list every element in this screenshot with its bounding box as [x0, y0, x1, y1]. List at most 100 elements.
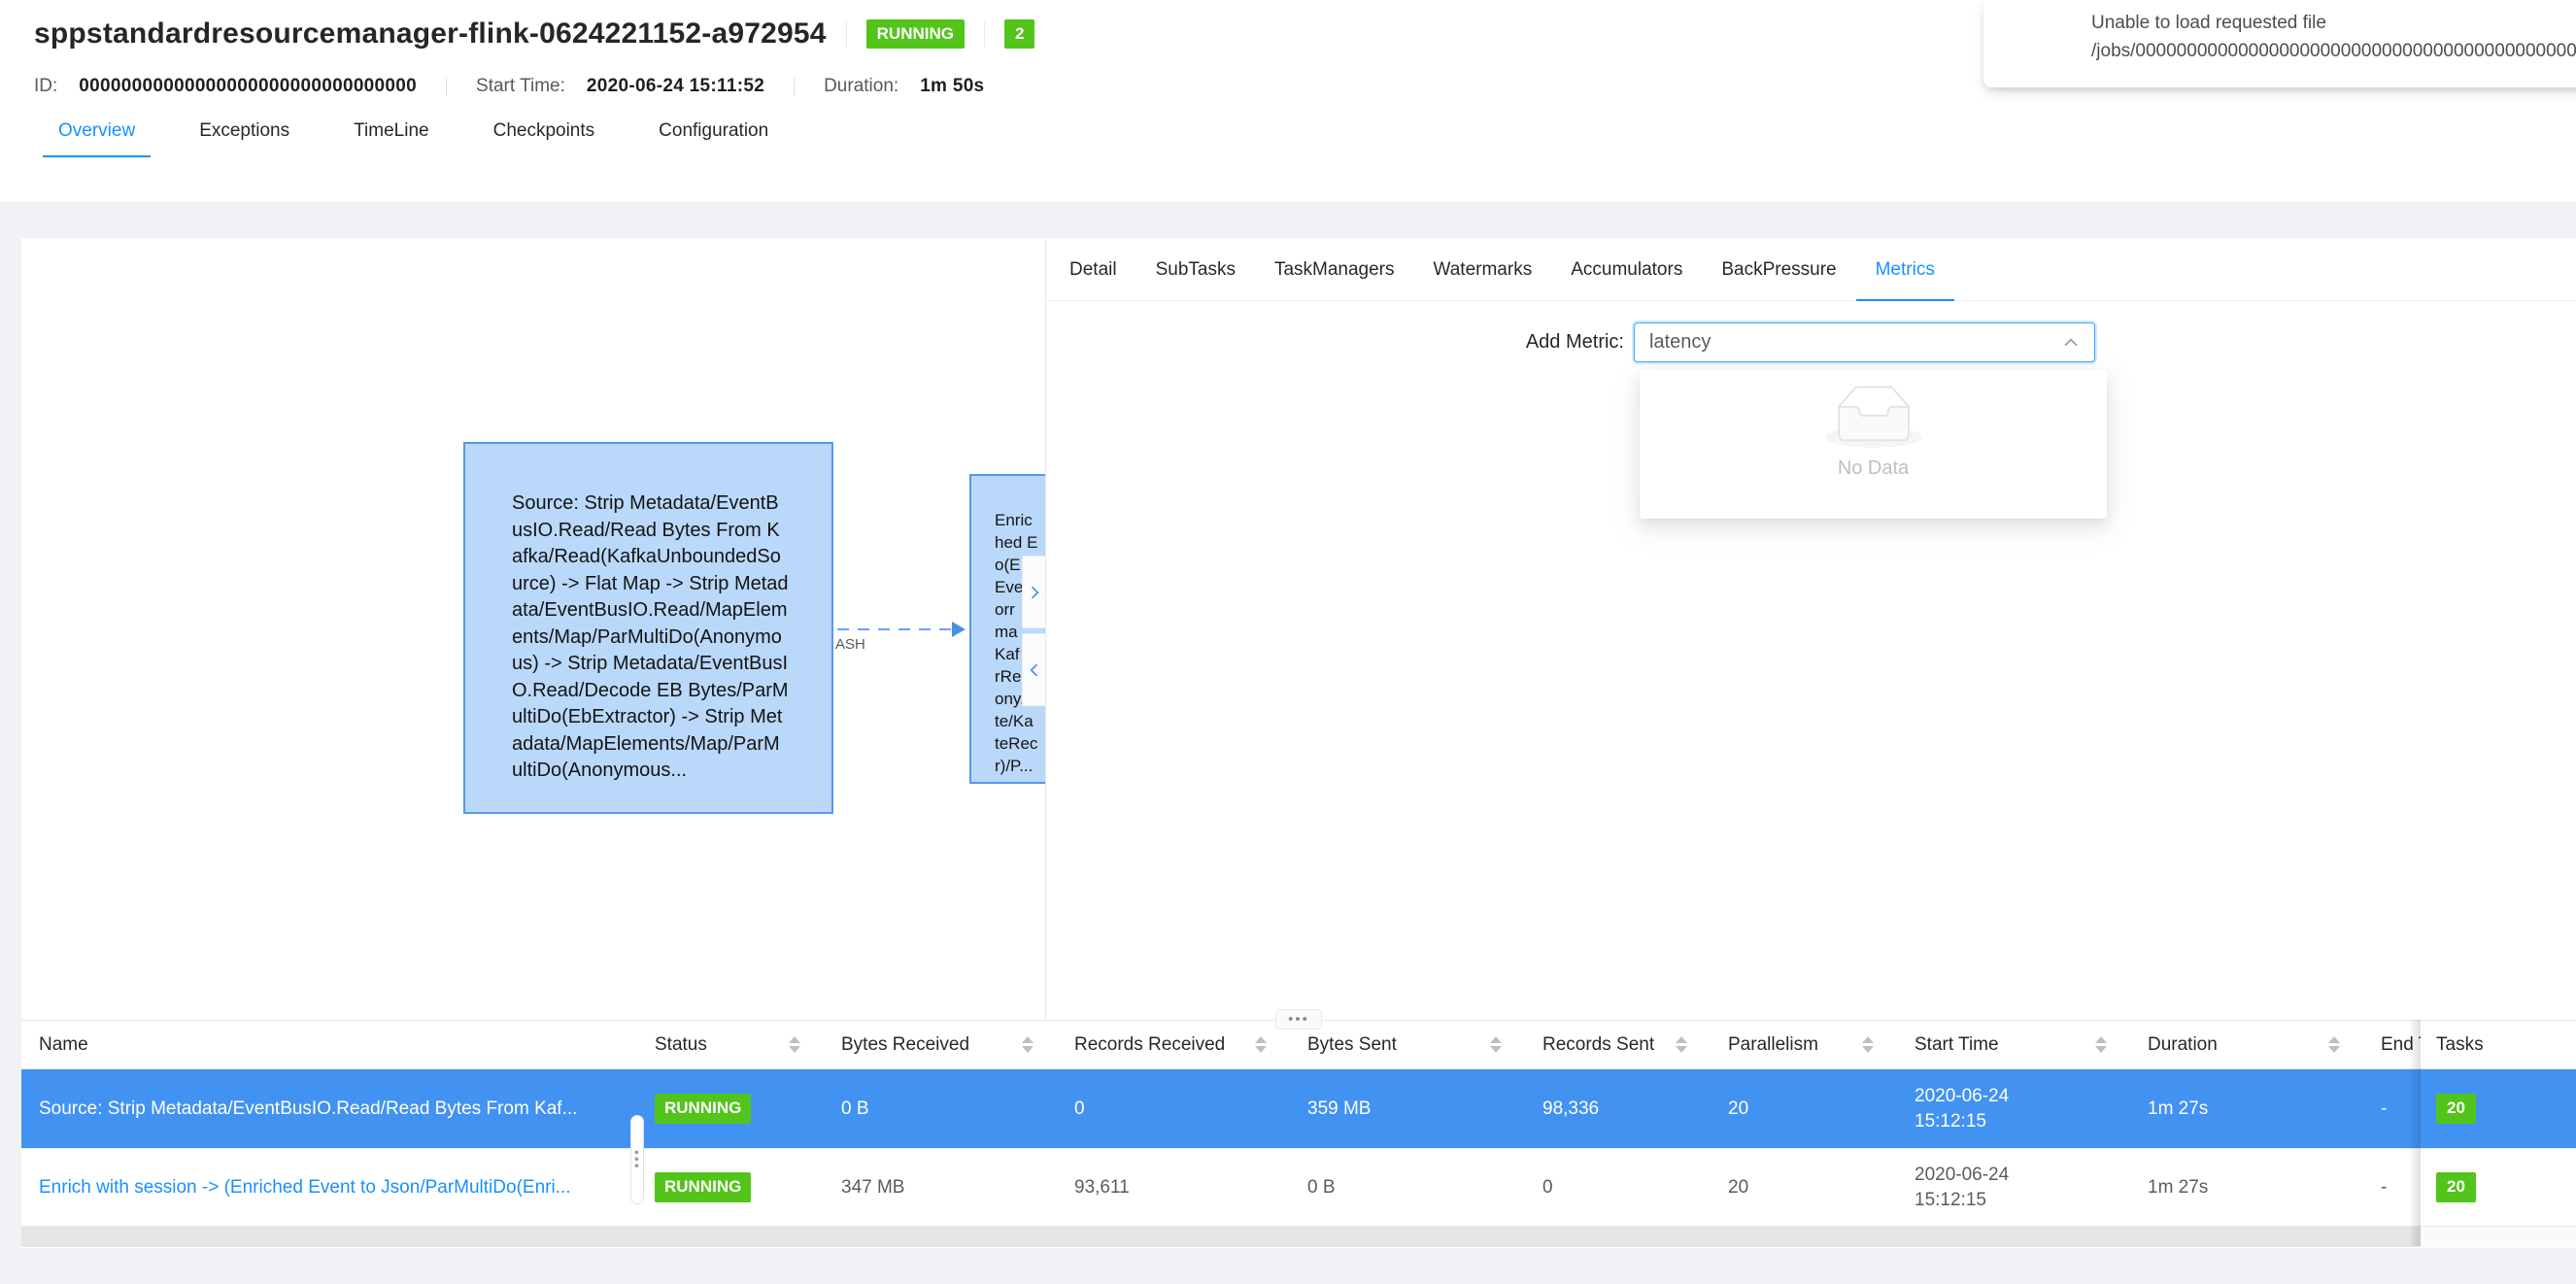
start-time-value: 2020-06-24 15:11:52	[587, 76, 764, 97]
toast-message-line1: Unable to load requested file	[2091, 9, 2576, 37]
cell-name[interactable]: Enrich with session -> (Enriched Event t…	[21, 1149, 639, 1226]
tab-checkpoints[interactable]: Checkpoints	[478, 120, 611, 157]
column-resize-handle[interactable]: •••	[630, 1115, 644, 1204]
col-header-start-time[interactable]: Start Time	[1899, 1021, 2132, 1068]
cell-records-received: 0	[1059, 1069, 1292, 1148]
cell-records-sent: 0	[1527, 1149, 1712, 1226]
id-label: ID:	[34, 76, 57, 97]
cell-parallelism: 20	[1712, 1069, 1899, 1148]
main-tabs: Overview Exceptions TimeLine Checkpoints…	[0, 120, 2576, 157]
cell-bytes-received: 347 MB	[826, 1149, 1059, 1226]
metric-dropdown: No Data	[1640, 370, 2107, 519]
tab-configuration[interactable]: Configuration	[643, 120, 784, 157]
task-count-badge: 2	[1004, 19, 1034, 49]
cell-name[interactable]: Source: Strip Metadata/EventBusIO.Read/R…	[21, 1069, 639, 1148]
sort-icon	[2328, 1036, 2340, 1053]
vertex-table: Name Status Bytes Received Records Recei…	[21, 1020, 2576, 1247]
cell-status: RUNNING	[639, 1149, 826, 1226]
tab-watermarks[interactable]: Watermarks	[1414, 240, 1552, 300]
col-header-parallelism[interactable]: Parallelism	[1712, 1021, 1899, 1068]
tasks-count-badge: 20	[2436, 1172, 2476, 1201]
ellipsis-icon: •••	[1288, 1011, 1309, 1028]
graph-node-source-label: Source: Strip Metadata/EventBusIO.Read/R…	[465, 444, 831, 785]
cell-tasks: 20	[2421, 1069, 2576, 1148]
col-header-status[interactable]: Status	[639, 1021, 826, 1068]
top-split: Source: Strip Metadata/EventBusIO.Read/R…	[21, 238, 2576, 1020]
tab-exceptions[interactable]: Exceptions	[184, 120, 305, 157]
status-badge: RUNNING	[866, 19, 965, 49]
cell-records-sent: 98,336	[1527, 1069, 1712, 1148]
scrollbar-track[interactable]	[21, 1227, 2421, 1247]
cell-start-time: 2020-06-24 15:12:15	[1899, 1069, 2132, 1148]
cell-start-time: 2020-06-24 15:12:15	[1899, 1149, 2132, 1226]
cell-duration: 1m 27s	[2132, 1069, 2365, 1148]
col-header-name: Name	[21, 1021, 639, 1068]
sort-icon	[1255, 1036, 1267, 1053]
vertex-detail-panel: Detail SubTasks TaskManagers Watermarks …	[1046, 238, 2576, 1020]
cell-bytes-received: 0 B	[826, 1069, 1059, 1148]
start-time-label: Start Time:	[476, 76, 565, 97]
graph-edge-arrowhead-icon	[952, 622, 966, 637]
col-header-bytes-received[interactable]: Bytes Received	[826, 1021, 1059, 1068]
horizontal-resize-handle[interactable]: •••	[1275, 1009, 1322, 1030]
tab-backpressure[interactable]: BackPressure	[1702, 240, 1855, 300]
add-metric-row: Add Metric: latency	[1046, 322, 2095, 362]
col-header-bytes-sent[interactable]: Bytes Sent	[1292, 1021, 1527, 1068]
sort-icon	[1676, 1036, 1687, 1053]
metric-select[interactable]: latency	[1634, 322, 2095, 362]
graph-edge-line	[837, 628, 956, 630]
duration-label: Duration:	[824, 76, 898, 97]
collapse-panel-button[interactable]	[1022, 633, 1046, 706]
tab-overview[interactable]: Overview	[43, 120, 151, 157]
running-badge: RUNNING	[655, 1172, 751, 1201]
job-detail-card: Source: Strip Metadata/EventBusIO.Read/R…	[21, 238, 2576, 1248]
cell-duration: 1m 27s	[2132, 1149, 2365, 1226]
chevron-left-icon	[1025, 660, 1044, 680]
error-toast: Unable to load requested file /jobs/0000…	[1983, 0, 2576, 87]
cell-end-time: -	[2365, 1069, 2421, 1148]
tab-subtasks[interactable]: SubTasks	[1136, 240, 1255, 300]
cell-parallelism: 20	[1712, 1149, 1899, 1226]
vertical-ellipsis-icon: •••	[634, 1150, 640, 1170]
metric-select-value: latency	[1649, 331, 2061, 354]
col-header-records-sent[interactable]: Records Sent	[1527, 1021, 1712, 1068]
divider	[794, 77, 795, 96]
graph-node-source[interactable]: Source: Strip Metadata/EventBusIO.Read/R…	[463, 442, 833, 814]
col-header-records-received[interactable]: Records Received	[1059, 1021, 1292, 1068]
col-header-end-time[interactable]: End Time	[2365, 1021, 2421, 1068]
tab-metrics[interactable]: Metrics	[1856, 240, 1954, 300]
tasks-count-badge: 20	[2436, 1094, 2476, 1123]
no-data-text: No Data	[1838, 457, 1909, 480]
cell-end-time: -	[2365, 1149, 2421, 1226]
expand-panel-button[interactable]	[1022, 556, 1046, 628]
horizontal-scrollbar[interactable]	[21, 1227, 2576, 1247]
cell-tasks: 20	[2421, 1149, 2576, 1226]
cell-bytes-sent: 359 MB	[1292, 1069, 1527, 1148]
detail-panel-tabs: Detail SubTasks TaskManagers Watermarks …	[1046, 238, 2576, 301]
empty-box-icon	[1825, 386, 1922, 448]
toast-message-line2: /jobs/0000000000000000000000000000000000…	[2091, 37, 2576, 65]
table-row-enrich[interactable]: Enrich with session -> (Enriched Event t…	[21, 1149, 2576, 1227]
divider	[446, 77, 447, 96]
id-value: 00000000000000000000000000000000	[79, 76, 417, 97]
cell-records-received: 93,611	[1059, 1149, 1292, 1226]
tab-timeline[interactable]: TimeLine	[338, 120, 444, 157]
divider	[984, 21, 985, 47]
cell-bytes-sent: 0 B	[1292, 1149, 1527, 1226]
cell-status: RUNNING	[639, 1069, 826, 1148]
sort-icon	[1862, 1036, 1874, 1053]
tab-detail[interactable]: Detail	[1050, 240, 1136, 300]
add-metric-label: Add Metric:	[1046, 331, 1634, 354]
tab-accumulators[interactable]: Accumulators	[1551, 240, 1702, 300]
graph-node-enrich[interactable]: Enric hed E o(E Eve orr ma Kaf rRe ony..…	[969, 474, 1046, 784]
table-row-source[interactable]: Source: Strip Metadata/EventBusIO.Read/R…	[21, 1069, 2576, 1149]
scrollbar-fixed-gap	[2421, 1227, 2576, 1247]
sort-icon	[2095, 1036, 2107, 1053]
page-title: sppstandardresourcemanager-flink-0624221…	[34, 17, 827, 51]
col-header-duration[interactable]: Duration	[2132, 1021, 2365, 1068]
running-badge: RUNNING	[655, 1094, 751, 1123]
chevron-right-icon	[1025, 583, 1044, 602]
divider	[846, 21, 847, 47]
sort-icon	[1490, 1036, 1502, 1053]
tab-taskmanagers[interactable]: TaskManagers	[1255, 240, 1414, 300]
